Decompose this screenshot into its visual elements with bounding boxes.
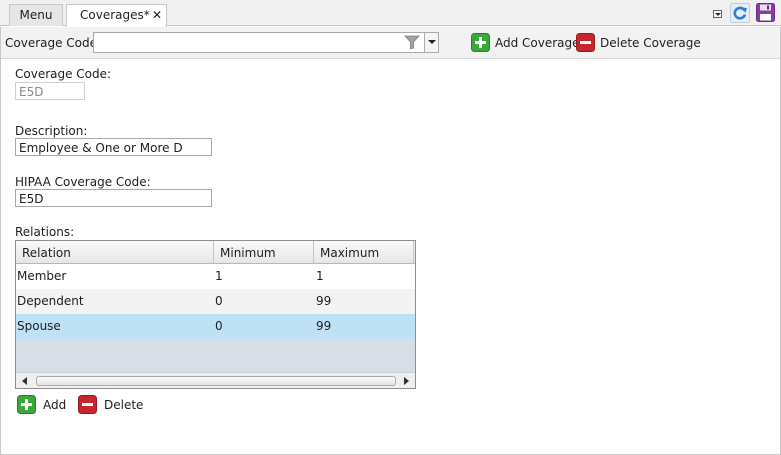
grid-header: Relation Minimum Maximum (16, 241, 415, 264)
hipaa-coverage-code-label: HIPAA Coverage Code: (15, 175, 151, 189)
table-row[interactable]: Member 1 1 (16, 264, 415, 289)
scroll-thumb[interactable] (36, 376, 396, 386)
coverage-code-search-label: Coverage Code: (5, 36, 102, 50)
tab-coverages-label: Coverages* (80, 8, 150, 22)
add-relation-button[interactable]: Add (17, 395, 69, 415)
description-field[interactable] (15, 138, 212, 156)
cell-minimum: 0 (215, 319, 223, 333)
minus-icon (78, 395, 97, 414)
cell-relation: Member (17, 269, 67, 283)
add-relation-label: Add (43, 398, 67, 412)
cell-minimum: 0 (215, 294, 223, 308)
column-header-maximum[interactable]: Maximum (314, 241, 414, 264)
tab-menu[interactable]: Menu (9, 4, 63, 26)
funnel-icon[interactable] (404, 35, 420, 50)
delete-relation-label: Delete (104, 398, 144, 412)
coverage-toolbar: Coverage Code: Add Coverage Delete Cover… (0, 27, 781, 59)
close-tab-icon[interactable]: ✕ (152, 8, 162, 22)
add-coverage-label: Add Coverage (495, 36, 580, 50)
delete-relation-button[interactable]: Delete (78, 395, 144, 415)
horizontal-scrollbar[interactable] (16, 372, 415, 388)
save-icon[interactable] (756, 3, 775, 22)
coverage-code-label: Coverage Code: (15, 67, 112, 81)
plus-icon (471, 33, 490, 52)
coverage-code-combobox[interactable] (93, 32, 439, 53)
scroll-left-icon[interactable] (22, 377, 27, 385)
column-header-relation[interactable]: Relation (16, 241, 214, 264)
cell-relation: Dependent (17, 294, 84, 308)
relations-grid: Relation Minimum Maximum Member 1 1 Depe… (15, 240, 416, 389)
plus-icon (17, 395, 36, 414)
add-coverage-button[interactable]: Add Coverage (471, 32, 580, 53)
tab-dropdown-icon[interactable] (713, 10, 722, 18)
coverage-code-search-input[interactable] (94, 33, 400, 52)
minus-icon (576, 33, 595, 52)
cell-maximum: 1 (316, 269, 324, 283)
column-header-minimum[interactable]: Minimum (214, 241, 314, 264)
table-row[interactable]: Dependent 0 99 (16, 289, 415, 314)
tab-coverages[interactable]: Coverages* ✕ (66, 4, 167, 27)
relations-label: Relations: (15, 225, 75, 239)
cell-relation: Spouse (17, 319, 61, 333)
cell-maximum: 99 (316, 294, 332, 308)
tab-menu-label: Menu (19, 8, 53, 22)
refresh-icon[interactable] (730, 3, 750, 23)
table-row-selected[interactable]: Spouse 0 99 (16, 314, 415, 339)
cell-minimum: 1 (215, 269, 223, 283)
delete-coverage-label: Delete Coverage (600, 36, 701, 50)
delete-coverage-button[interactable]: Delete Coverage (576, 32, 701, 53)
coverage-code-field (15, 82, 85, 100)
coverage-code-dropdown-button[interactable] (424, 33, 438, 52)
description-label: Description: (15, 124, 88, 138)
scroll-right-icon[interactable] (404, 377, 409, 385)
cell-maximum: 99 (316, 319, 332, 333)
tab-bar: Menu Coverages* ✕ (0, 0, 781, 27)
hipaa-coverage-code-field[interactable] (15, 189, 212, 207)
